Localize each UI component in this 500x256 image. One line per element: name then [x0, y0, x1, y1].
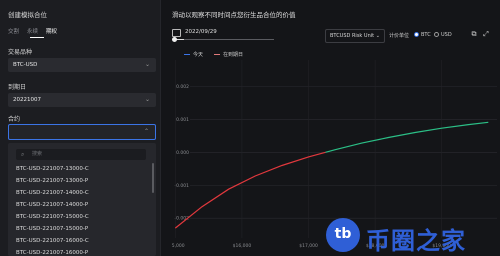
legend-today: 今天 — [184, 51, 203, 58]
active-tab-indicator — [30, 37, 44, 38]
instrument-value: BTC-USD — [13, 62, 38, 68]
legend-expiry-label: 在到期日 — [223, 52, 244, 58]
main-title: 滑动以观察不同时间点您衍生品合位的价值 — [172, 11, 296, 19]
watermark-circle: tb — [326, 218, 360, 252]
copy-icon[interactable]: ⧉ — [470, 30, 478, 38]
x-tick-label: $15,000 — [172, 243, 185, 249]
y-tick-label: 0.000 — [176, 150, 189, 156]
search-icon: ⌕ — [21, 151, 25, 158]
y-tick-label: 0.002 — [176, 84, 189, 90]
contract-label: 合约 — [8, 116, 21, 123]
dropdown-scrollbar[interactable] — [152, 163, 154, 193]
expand-icon[interactable]: ⤢ — [482, 30, 490, 38]
contract-option[interactable]: BTC-USD-221007-14000-P — [16, 202, 88, 208]
y-tick-label: -0.001 — [174, 183, 189, 189]
instrument-label: 交易品种 — [8, 49, 33, 56]
series-line-negative — [174, 151, 326, 229]
product-tabs: 交割 永续 期权 — [8, 27, 57, 35]
series-line-positive — [325, 121, 489, 153]
contract-option[interactable]: BTC-USD-221007-15000-C — [16, 214, 89, 220]
legend-today-swatch — [184, 54, 190, 55]
risk-unit-value: BTCUSD Risk Unit — [330, 33, 375, 39]
tab-perpetual[interactable]: 永续 — [27, 27, 38, 35]
radio-usd[interactable] — [434, 32, 439, 37]
chevron-down-icon: ⌄ — [144, 61, 150, 68]
watermark-text: 币圈之家 — [366, 227, 466, 255]
position-panel: 创建模拟合位 交割 永续 期权 交易品种 BTC-USD ⌄ 到期日 20221… — [0, 0, 161, 256]
chevron-down-icon: ⌄ — [375, 33, 380, 39]
panel-title: 创建模拟合位 — [8, 11, 47, 19]
search-placeholder: 搜索 — [32, 151, 43, 157]
chevron-up-icon: ⌃ — [143, 128, 149, 135]
expiry-label: 到期日 — [8, 84, 27, 91]
radio-usd-label: USD — [441, 32, 452, 38]
contract-option[interactable]: BTC-USD-221007-14000-C — [16, 190, 89, 196]
tab-futures[interactable]: 交割 — [8, 27, 19, 35]
price-unit-label: 计价单位 — [389, 33, 410, 39]
radio-btc-label: BTC — [421, 32, 431, 38]
contract-option[interactable]: BTC-USD-221007-13000-P — [16, 178, 88, 184]
contract-option[interactable]: BTC-USD-221007-16000-P — [16, 250, 88, 256]
legend-today-label: 今天 — [193, 52, 204, 58]
watermark-logo: tb 币圈之家 — [326, 218, 498, 255]
contract-select[interactable]: ⌃ — [8, 124, 156, 140]
time-slider-handle[interactable] — [172, 37, 177, 42]
contract-option[interactable]: BTC-USD-221007-13000-C — [16, 166, 89, 172]
radio-btc[interactable] — [414, 32, 419, 37]
contract-dropdown: ⌕ 搜索 BTC-USD-221007-13000-C BTC-USD-2210… — [8, 143, 156, 256]
expiry-value: 20221007 — [13, 97, 41, 103]
contract-search-input[interactable]: ⌕ 搜索 — [16, 149, 146, 160]
expiry-select[interactable]: 20221007 ⌄ — [8, 93, 156, 107]
calendar-icon[interactable] — [172, 29, 181, 37]
contract-option[interactable]: BTC-USD-221007-15000-P — [16, 226, 88, 232]
risk-unit-select[interactable]: BTCUSD Risk Unit ⌄ — [325, 29, 385, 43]
instrument-select[interactable]: BTC-USD ⌄ — [8, 58, 156, 72]
chevron-down-icon: ⌄ — [144, 96, 150, 103]
y-tick-label: 0.001 — [176, 117, 189, 123]
time-slider-track[interactable] — [174, 39, 274, 40]
x-tick-label: $16,000 — [233, 243, 252, 249]
tab-options[interactable]: 期权 — [46, 27, 57, 35]
legend-expiry: 在到期日 — [214, 51, 243, 58]
selected-date: 2022/09/29 — [185, 29, 217, 35]
legend-expiry-swatch — [214, 54, 220, 55]
x-tick-label: $17,000 — [299, 243, 318, 249]
contract-option[interactable]: BTC-USD-221007-16000-C — [16, 238, 89, 244]
